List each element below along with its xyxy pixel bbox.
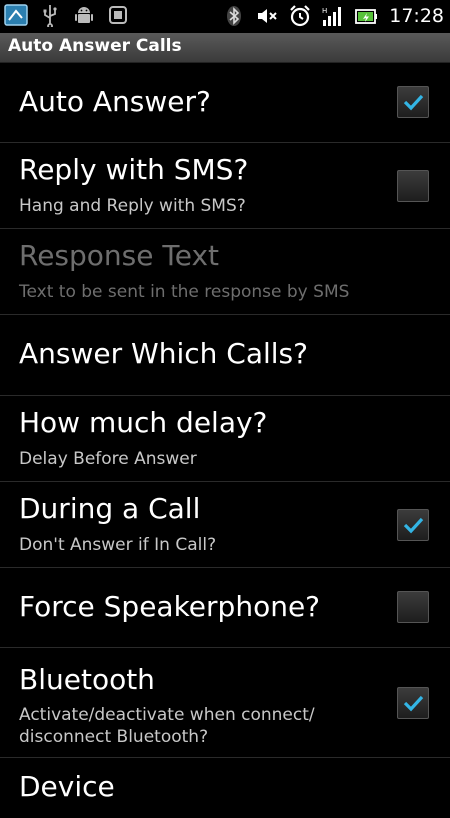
screenshot-icon bbox=[109, 6, 127, 24]
setting-bluetooth[interactable]: Bluetooth Activate/deactivate when conne… bbox=[0, 648, 450, 758]
app-notification-icon bbox=[4, 4, 28, 26]
setting-title: Device bbox=[19, 770, 115, 803]
android-debug-icon bbox=[75, 7, 93, 23]
force-speakerphone-checkbox[interactable] bbox=[397, 591, 429, 623]
battery-icon bbox=[355, 9, 378, 24]
setting-title: Force Speakerphone? bbox=[19, 590, 321, 623]
setting-force-speakerphone[interactable]: Force Speakerphone? bbox=[0, 568, 450, 648]
setting-title: Auto Answer? bbox=[19, 85, 211, 118]
title-bar: Auto Answer Calls bbox=[0, 33, 450, 63]
setting-summary: Activate/deactivate when connect/ discon… bbox=[19, 705, 315, 747]
usb-icon bbox=[43, 5, 57, 27]
setting-summary: Don't Answer if In Call? bbox=[19, 535, 217, 555]
setting-response-text[interactable]: Response Text Text to be sent in the res… bbox=[0, 229, 450, 315]
checkmark-icon bbox=[403, 695, 424, 712]
alarm-icon bbox=[290, 5, 311, 27]
signal-icon: H bbox=[322, 7, 342, 26]
setting-answer-which-calls[interactable]: Answer Which Calls? bbox=[0, 315, 450, 396]
setting-delay[interactable]: How much delay? Delay Before Answer bbox=[0, 396, 450, 482]
auto-answer-checkbox[interactable] bbox=[397, 86, 429, 118]
setting-auto-answer[interactable]: Auto Answer? bbox=[0, 63, 450, 143]
settings-list: Auto Answer? Reply with SMS? Hang and Re… bbox=[0, 63, 450, 818]
checkmark-icon bbox=[403, 94, 424, 111]
bluetooth-icon bbox=[227, 6, 242, 26]
status-bar: H 17:28 bbox=[0, 0, 450, 33]
mute-icon bbox=[258, 9, 277, 23]
during-call-checkbox[interactable] bbox=[397, 509, 429, 541]
reply-sms-checkbox[interactable] bbox=[397, 170, 429, 202]
bluetooth-checkbox[interactable] bbox=[397, 687, 429, 719]
setting-during-call[interactable]: During a Call Don't Answer if In Call? bbox=[0, 482, 450, 568]
setting-summary: Hang and Reply with SMS? bbox=[19, 196, 246, 216]
setting-title: Answer Which Calls? bbox=[19, 337, 308, 370]
app-title: Auto Answer Calls bbox=[8, 36, 182, 56]
setting-summary: Delay Before Answer bbox=[19, 449, 197, 469]
setting-title: Bluetooth bbox=[19, 663, 155, 696]
svg-text:H: H bbox=[322, 7, 327, 15]
clock: 17:28 bbox=[389, 5, 444, 27]
setting-title: During a Call bbox=[19, 492, 201, 525]
setting-title: Reply with SMS? bbox=[19, 153, 249, 186]
setting-device[interactable]: Device bbox=[0, 758, 450, 818]
setting-title: Response Text bbox=[19, 239, 220, 272]
setting-reply-sms[interactable]: Reply with SMS? Hang and Reply with SMS? bbox=[0, 143, 450, 229]
setting-title: How much delay? bbox=[19, 406, 268, 439]
checkmark-icon bbox=[403, 517, 424, 534]
setting-summary: Text to be sent in the response by SMS bbox=[19, 282, 350, 302]
